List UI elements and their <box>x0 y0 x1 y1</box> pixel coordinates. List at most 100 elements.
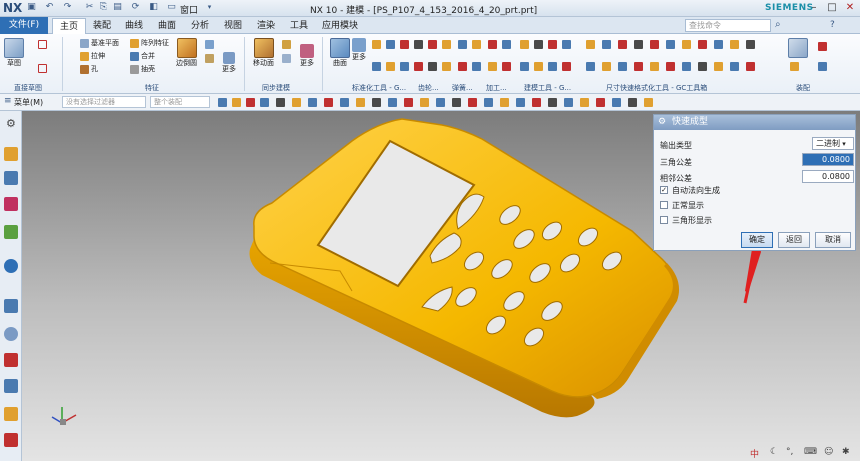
delete-face-icon[interactable] <box>282 40 291 49</box>
auto-normal-checkbox[interactable]: ✓ <box>660 186 668 194</box>
snap-icon[interactable] <box>260 98 269 107</box>
tool-icon[interactable] <box>502 62 511 71</box>
add-component-icon[interactable] <box>790 62 799 71</box>
group-standard-tools[interactable]: 标准化工具 - G... <box>352 83 406 93</box>
tab-home[interactable]: 主页 <box>52 18 86 34</box>
snap-icon[interactable] <box>404 98 413 107</box>
dimension-icon[interactable] <box>650 62 659 71</box>
search-icon[interactable]: ⌕ <box>775 19 781 30</box>
snap-icon[interactable] <box>292 98 301 107</box>
dimension-icon[interactable] <box>730 40 739 49</box>
tool-icon[interactable] <box>442 62 451 71</box>
web-browser-icon[interactable] <box>4 259 18 273</box>
cancel-button[interactable]: 取消 <box>815 232 851 248</box>
dimension-icon[interactable] <box>682 62 691 71</box>
gear-icon[interactable]: ⚙ <box>658 117 666 127</box>
gear-icon[interactable]: ⚙ <box>6 117 16 130</box>
snap-icon[interactable] <box>388 98 397 107</box>
more-sync-button[interactable]: 更多 <box>300 44 314 68</box>
snap-icon[interactable] <box>340 98 349 107</box>
tab-analysis[interactable]: 分析 <box>186 18 214 34</box>
chamfer-icon[interactable] <box>205 40 214 49</box>
snap-icon[interactable] <box>644 98 653 107</box>
tool-icon[interactable] <box>472 40 481 49</box>
tool-icon[interactable] <box>562 62 571 71</box>
constraint-navigator-icon[interactable] <box>4 197 18 211</box>
help-icon[interactable]: ? <box>830 20 835 30</box>
snap-icon[interactable] <box>500 98 509 107</box>
save-icon[interactable]: ▣ <box>26 2 37 13</box>
dimension-icon[interactable] <box>682 40 691 49</box>
tool-icon[interactable] <box>458 62 467 71</box>
tool-icon[interactable] <box>520 62 529 71</box>
undo-icon[interactable]: ↶ <box>44 2 55 13</box>
tool-icon[interactable] <box>548 40 557 49</box>
tool-icon[interactable] <box>458 40 467 49</box>
group-machining[interactable]: 加工... <box>486 83 507 93</box>
dimension-icon[interactable] <box>634 62 643 71</box>
edge-blend-button[interactable]: 边倒圆 <box>176 38 197 68</box>
shell-button[interactable]: 抽壳 <box>130 64 155 74</box>
cut-icon[interactable]: ✂ <box>84 2 95 13</box>
snap-icon[interactable] <box>232 98 241 107</box>
snap-icon[interactable] <box>468 98 477 107</box>
snap-icon[interactable] <box>596 98 605 107</box>
replace-face-icon[interactable] <box>282 54 291 63</box>
dimension-icon[interactable] <box>746 40 755 49</box>
assembly-tool-icon[interactable] <box>818 62 827 71</box>
snap-icon[interactable] <box>580 98 589 107</box>
tool-icon[interactable] <box>534 40 543 49</box>
minimize-button[interactable]: – <box>806 1 822 15</box>
back-button[interactable]: 返回 <box>778 232 810 248</box>
snap-icon[interactable] <box>372 98 381 107</box>
dimension-icon[interactable] <box>666 40 675 49</box>
ok-button[interactable]: 确定 <box>741 232 773 248</box>
snap-icon[interactable] <box>532 98 541 107</box>
normal-display-checkbox[interactable] <box>660 201 668 209</box>
group-gear[interactable]: 齿轮... <box>418 83 439 93</box>
dimension-icon[interactable] <box>666 62 675 71</box>
move-face-button[interactable]: 移动面 <box>253 38 274 68</box>
keyboard-icon[interactable]: ⌨ <box>804 447 817 457</box>
command-search-input[interactable]: 查找命令 <box>685 19 771 32</box>
repeat-command-icon[interactable]: ⟳ <box>130 2 141 13</box>
dimension-icon[interactable] <box>746 62 755 71</box>
snap-icon[interactable] <box>276 98 285 107</box>
clock-icon[interactable] <box>4 327 18 341</box>
part-navigator-icon[interactable] <box>4 147 18 161</box>
snap-icon[interactable] <box>420 98 429 107</box>
group-modeling-tools[interactable]: 建模工具 - G... <box>524 83 571 93</box>
dimension-icon[interactable] <box>618 40 627 49</box>
tool-icon[interactable] <box>428 40 437 49</box>
tool-icon[interactable] <box>414 40 423 49</box>
snap-icon[interactable] <box>218 98 227 107</box>
tool-icon[interactable] <box>386 40 395 49</box>
assembly-button[interactable] <box>788 38 808 58</box>
tool-icon[interactable] <box>442 40 451 49</box>
snap-icon[interactable] <box>246 98 255 107</box>
snap-icon[interactable] <box>612 98 621 107</box>
tab-render[interactable]: 渲染 <box>252 18 280 34</box>
tool-icon[interactable] <box>488 62 497 71</box>
history-icon[interactable] <box>4 299 18 313</box>
more-surface-button[interactable]: 更多 <box>352 38 366 62</box>
window-menu[interactable]: 窗口 <box>180 3 198 16</box>
moon-icon[interactable]: ☾ <box>770 447 778 457</box>
settings-icon[interactable]: ✱ <box>842 447 850 457</box>
snap-icon[interactable] <box>452 98 461 107</box>
snap-icon[interactable] <box>516 98 525 107</box>
pattern-feature-button[interactable]: 阵列特征 <box>130 38 169 48</box>
redo-icon[interactable]: ↷ <box>62 2 73 13</box>
system-materials-icon[interactable] <box>4 379 18 393</box>
process-studio-icon[interactable] <box>4 407 18 421</box>
tool-icon[interactable] <box>472 62 481 71</box>
dimension-icon[interactable] <box>602 62 611 71</box>
datum-plane-button[interactable]: 基准平面 <box>80 38 119 48</box>
tool-icon[interactable] <box>372 62 381 71</box>
snap-icon[interactable] <box>564 98 573 107</box>
dimension-icon[interactable] <box>586 62 595 71</box>
group-dimension-tools[interactable]: 尺寸快速格式化工具 - GC工具箱 <box>606 83 707 93</box>
ime-indicator[interactable]: 中 <box>750 447 759 460</box>
adjacent-tolerance-input[interactable]: 0.0800 <box>802 170 854 183</box>
triangle-tolerance-input[interactable]: 0.0800 <box>802 153 854 166</box>
